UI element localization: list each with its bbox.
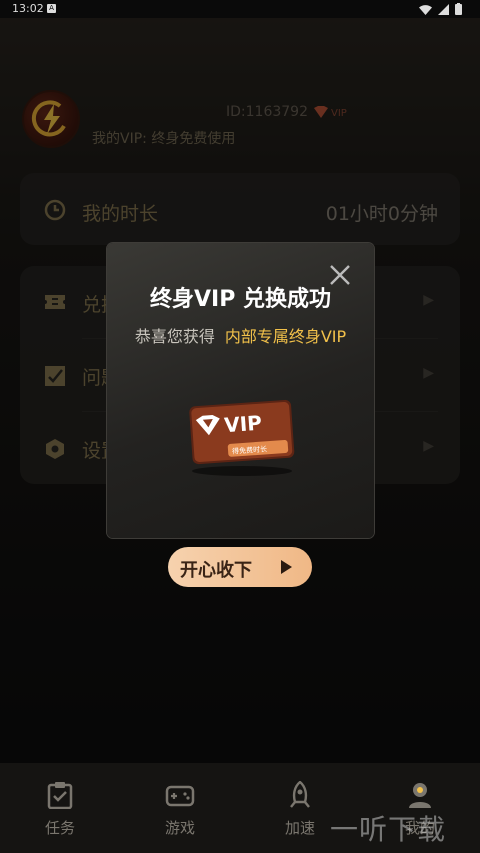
status-bar: 13:02 A [0,0,480,18]
dialog-subtitle: 恭喜您获得 内部专属终身VIP [107,323,374,347]
clipboard-check-icon [47,782,73,809]
notification-icon: A [47,4,56,13]
wifi-icon [419,4,432,15]
tab-label: 任务 [44,819,75,837]
gamepad-icon [165,785,195,807]
signal-icon [438,3,449,15]
status-time: 13:02 [12,2,44,15]
tab-label: 游戏 [164,819,195,837]
subtitle-prefix: 恭喜您获得 [134,327,215,346]
accept-label: 开心收下 [180,560,252,581]
watermark: 一听下载 [330,813,447,846]
accept-button[interactable]: 开心收下 [168,547,312,587]
svg-text:VIP: VIP [223,411,262,438]
vip-card-image: VIP 得免费时长 [189,399,295,476]
success-dialog: 终身VIP 兑换成功 恭喜您获得 内部专属终身VIP VIP 得免费时长 [107,243,374,538]
tab-tasks[interactable]: 任务 [20,781,100,838]
close-icon[interactable] [328,263,352,287]
subtitle-highlight: 内部专属终身VIP [224,327,347,346]
user-icon [409,783,431,808]
tab-boost[interactable]: 加速 [260,781,340,838]
rocket-icon [290,781,310,808]
status-icons [419,3,462,15]
battery-icon [455,3,462,15]
tab-games[interactable]: 游戏 [140,781,220,838]
play-icon [281,560,292,574]
tab-label: 加速 [284,819,315,837]
